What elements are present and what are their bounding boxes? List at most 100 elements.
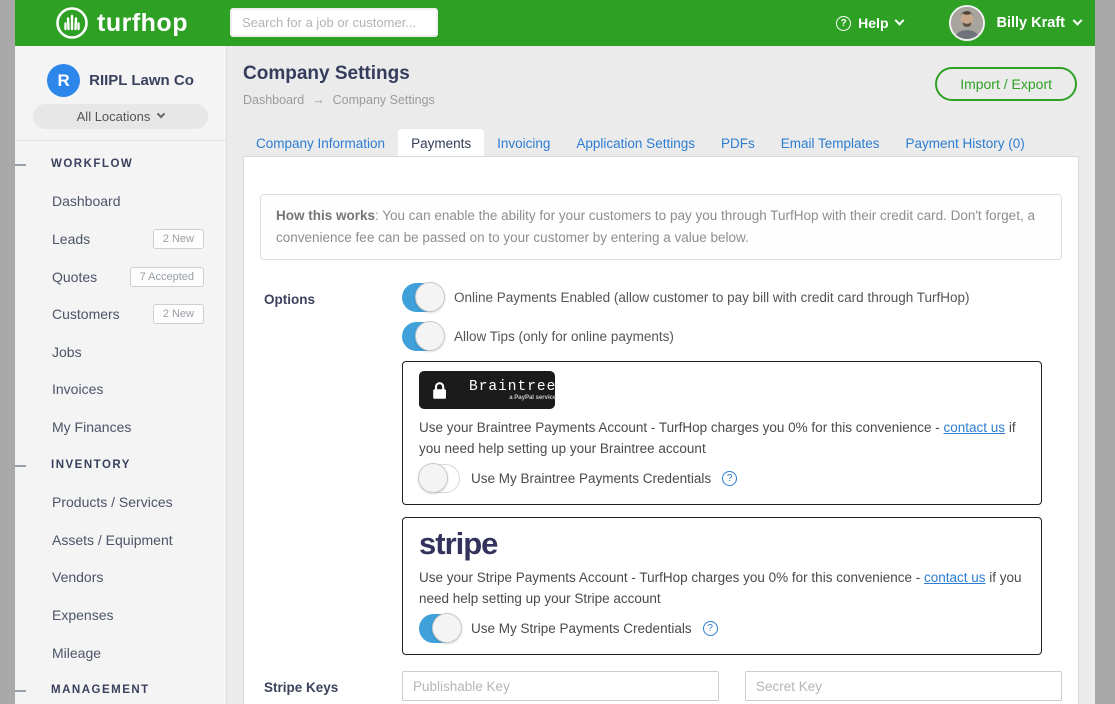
how-this-works-note: How this works: You can enable the abili…	[260, 194, 1062, 260]
stripe-logo: stripe	[419, 527, 1025, 561]
stripe-contact-us-link[interactable]: contact us	[924, 570, 986, 585]
publishable-key-input[interactable]	[402, 671, 719, 701]
sidebar-item-label: Expenses	[52, 607, 113, 623]
tab-application-settings[interactable]: Application Settings	[563, 129, 708, 159]
stripe-credentials-label: Use My Stripe Payments Credentials	[471, 621, 692, 636]
note-title: How this works	[276, 208, 375, 223]
toggle-knob	[415, 282, 445, 312]
sidebar-item-assets-equipment[interactable]: Assets / Equipment	[15, 521, 226, 559]
online-payments-toggle[interactable]	[402, 283, 443, 312]
sidebar-nav: WORKFLOW Dashboard Leads 2 New Quotes 7 …	[15, 145, 226, 704]
braintree-desc-text: Use your Braintree Payments Account - Tu…	[419, 420, 944, 435]
tab-payments[interactable]: Payments	[398, 129, 484, 159]
sidebar-item-label: Vendors	[52, 569, 103, 585]
breadcrumb-current: Company Settings	[333, 93, 435, 107]
help-menu[interactable]: ? Help	[836, 15, 902, 31]
payments-panel: How this works: You can enable the abili…	[243, 156, 1079, 704]
toggle-knob	[415, 321, 445, 351]
status-badge: 7 Accepted	[130, 267, 204, 287]
secret-key-input[interactable]	[745, 671, 1062, 701]
sidebar-item-label: Jobs	[52, 344, 82, 360]
allow-tips-toggle[interactable]	[402, 322, 443, 351]
sidebar-item-vendors[interactable]: Vendors	[15, 559, 226, 597]
company-name: RIIPL Lawn Co	[89, 72, 194, 89]
locations-label: All Locations	[77, 109, 151, 124]
sidebar-item-label: Assets / Equipment	[52, 532, 173, 548]
stripe-credentials-toggle[interactable]	[419, 614, 460, 643]
help-tooltip-icon[interactable]: ?	[703, 621, 718, 636]
toggle-knob	[418, 463, 448, 493]
sidebar-item-mileage[interactable]: Mileage	[15, 634, 226, 672]
help-label: Help	[858, 15, 888, 31]
sidebar-item-my-finances[interactable]: My Finances	[15, 408, 226, 446]
section-title: WORKFLOW	[51, 158, 133, 170]
app-window: turfhop ? Help Billy Kraft	[0, 0, 1115, 704]
braintree-description: Use your Braintree Payments Account - Tu…	[419, 417, 1025, 459]
breadcrumb: Dashboard → Company Settings	[243, 93, 435, 107]
stripe-keys-label: Stripe Keys	[244, 671, 402, 701]
chevron-down-icon	[157, 109, 165, 117]
sidebar-item-label: Mileage	[52, 645, 101, 661]
lock-icon	[432, 381, 447, 400]
all-locations-dropdown[interactable]: All Locations	[33, 104, 208, 129]
help-tooltip-icon[interactable]: ?	[722, 471, 737, 486]
page-title: Company Settings	[243, 63, 410, 85]
braintree-contact-us-link[interactable]: contact us	[944, 420, 1006, 435]
tab-pdfs[interactable]: PDFs	[708, 129, 768, 159]
import-export-button[interactable]: Import / Export	[935, 67, 1077, 101]
user-menu[interactable]: Billy Kraft	[997, 15, 1082, 31]
tab-email-templates[interactable]: Email Templates	[768, 129, 893, 159]
sidebar-item-dashboard[interactable]: Dashboard	[15, 183, 226, 221]
sidebar-item-quotes[interactable]: Quotes 7 Accepted	[15, 258, 226, 296]
sidebar-item-products-services[interactable]: Products / Services	[15, 483, 226, 521]
dash-icon	[15, 164, 26, 166]
turfhop-logo[interactable]: turfhop	[55, 0, 188, 46]
braintree-credentials-label: Use My Braintree Payments Credentials	[471, 471, 711, 486]
window-gutter-right	[1095, 0, 1115, 704]
tab-invoicing[interactable]: Invoicing	[484, 129, 563, 159]
sidebar-item-label: Leads	[52, 231, 90, 247]
sidebar-item-label: Quotes	[52, 269, 97, 285]
global-search-input[interactable]	[230, 8, 438, 37]
braintree-card: Braintree a PayPal service Use your Brai…	[402, 361, 1042, 505]
tab-payment-history[interactable]: Payment History (0)	[893, 129, 1038, 159]
settings-tabs: Company Information Payments Invoicing A…	[243, 129, 1038, 159]
dash-icon	[15, 465, 26, 467]
status-badge: 2 New	[153, 304, 204, 324]
sidebar-divider	[15, 140, 226, 141]
paypal-service-tagline: a PayPal service	[469, 395, 556, 401]
user-avatar[interactable]	[949, 5, 985, 41]
sidebar-item-invoices[interactable]: Invoices	[15, 371, 226, 409]
braintree-credentials-toggle[interactable]	[419, 464, 460, 493]
online-payments-toggle-label: Online Payments Enabled (allow customer …	[454, 290, 970, 305]
user-name: Billy Kraft	[997, 15, 1066, 31]
sidebar-section-inventory: INVENTORY	[15, 446, 226, 484]
top-navbar: turfhop ? Help Billy Kraft	[15, 0, 1095, 46]
chevron-down-icon	[1073, 15, 1083, 25]
toggle-knob	[432, 613, 462, 643]
sidebar-section-management: MANAGEMENT	[15, 671, 226, 704]
sidebar-section-workflow: WORKFLOW	[15, 145, 226, 183]
sidebar-item-label: My Finances	[52, 419, 131, 435]
logo-wordmark: turfhop	[97, 9, 188, 38]
sidebar-item-expenses[interactable]: Expenses	[15, 596, 226, 634]
help-icon: ?	[836, 16, 851, 31]
sidebar-item-customers[interactable]: Customers 2 New	[15, 295, 226, 333]
company-switcher[interactable]: R RIIPL Lawn Co	[15, 64, 226, 97]
sidebar-item-label: Products / Services	[52, 494, 173, 510]
chevron-down-icon	[894, 15, 904, 25]
stripe-desc-text: Use your Stripe Payments Account - TurfH…	[419, 570, 924, 585]
tab-company-information[interactable]: Company Information	[243, 129, 398, 159]
note-text: : You can enable the ability for your cu…	[276, 208, 1035, 245]
sidebar: R RIIPL Lawn Co All Locations WORKFLOW D…	[15, 46, 227, 704]
sidebar-item-leads[interactable]: Leads 2 New	[15, 220, 226, 258]
sidebar-item-label: Dashboard	[52, 193, 121, 209]
stripe-description: Use your Stripe Payments Account - TurfH…	[419, 567, 1025, 609]
sidebar-item-jobs[interactable]: Jobs	[15, 333, 226, 371]
sidebar-item-label: Customers	[52, 306, 120, 322]
section-title: INVENTORY	[51, 459, 131, 471]
breadcrumb-dashboard[interactable]: Dashboard	[243, 93, 304, 107]
status-badge: 2 New	[153, 229, 204, 249]
braintree-wordmark: Braintree	[469, 379, 556, 395]
options-label: Options	[244, 283, 402, 655]
